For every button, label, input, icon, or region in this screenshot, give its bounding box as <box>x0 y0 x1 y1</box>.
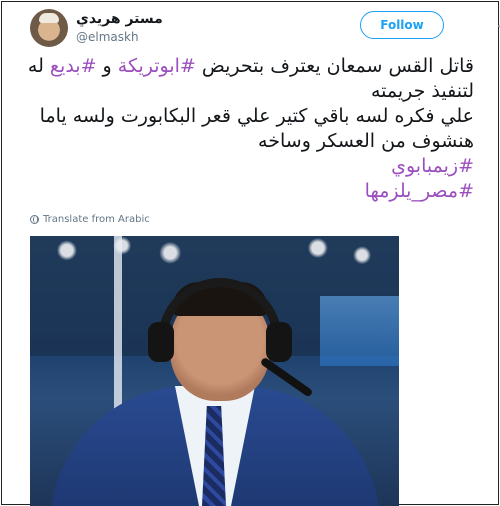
tweet-text-segment: هنشوف من العسكر وساخه <box>258 130 474 152</box>
tweet-text-segment: و <box>96 55 118 77</box>
translate-link[interactable]: Translate from Arabic <box>30 214 150 225</box>
tweet-text-segment: قاتل القس سمعان يعترف بتحريض <box>195 55 474 77</box>
tweet-line: #مصر_يلزمها <box>28 179 474 204</box>
headset-left-ear <box>148 322 174 362</box>
tweet-header: مستر هريدي @elmaskh Follow <box>30 9 500 49</box>
tweet-line: #زيمبابوي <box>28 154 474 179</box>
tweet-photo[interactable] <box>30 236 399 506</box>
tweet-line: علي فكره لسه باقي كتير علي قعر البكابورت… <box>28 104 474 129</box>
tweet-line: قاتل القس سمعان يعترف بتحريض #ابوتريكة و… <box>28 54 474 79</box>
tweet-text: قاتل القس سمعان يعترف بتحريض #ابوتريكة و… <box>28 54 474 204</box>
translate-label[interactable]: Translate from Arabic <box>43 214 150 225</box>
tweet-text-segment: لتنفيذ جريمته <box>370 80 474 102</box>
user-info[interactable]: مستر هريدي @elmaskh <box>76 11 226 44</box>
avatar[interactable] <box>30 9 68 47</box>
follow-button[interactable]: Follow <box>360 11 444 39</box>
background-screen <box>320 296 399 366</box>
tweet-text-segment: له <box>27 55 50 77</box>
hashtag-link[interactable]: #زيمبابوي <box>391 155 474 177</box>
tweet-text-segment: علي فكره لسه باقي كتير علي قعر البكابورت… <box>39 105 474 127</box>
headset-right-ear <box>266 322 292 362</box>
hashtag-link[interactable]: #ابوتريكة <box>118 55 196 77</box>
display-name[interactable]: مستر هريدي <box>76 11 226 27</box>
globe-icon <box>30 215 39 224</box>
tweet-line: لتنفيذ جريمته <box>28 79 474 104</box>
hashtag-link[interactable]: #بديع <box>50 55 97 77</box>
tweet-line: هنشوف من العسكر وساخه <box>28 129 474 154</box>
user-handle[interactable]: @elmaskh <box>76 30 226 44</box>
hashtag-link[interactable]: #مصر_يلزمها <box>365 180 474 202</box>
